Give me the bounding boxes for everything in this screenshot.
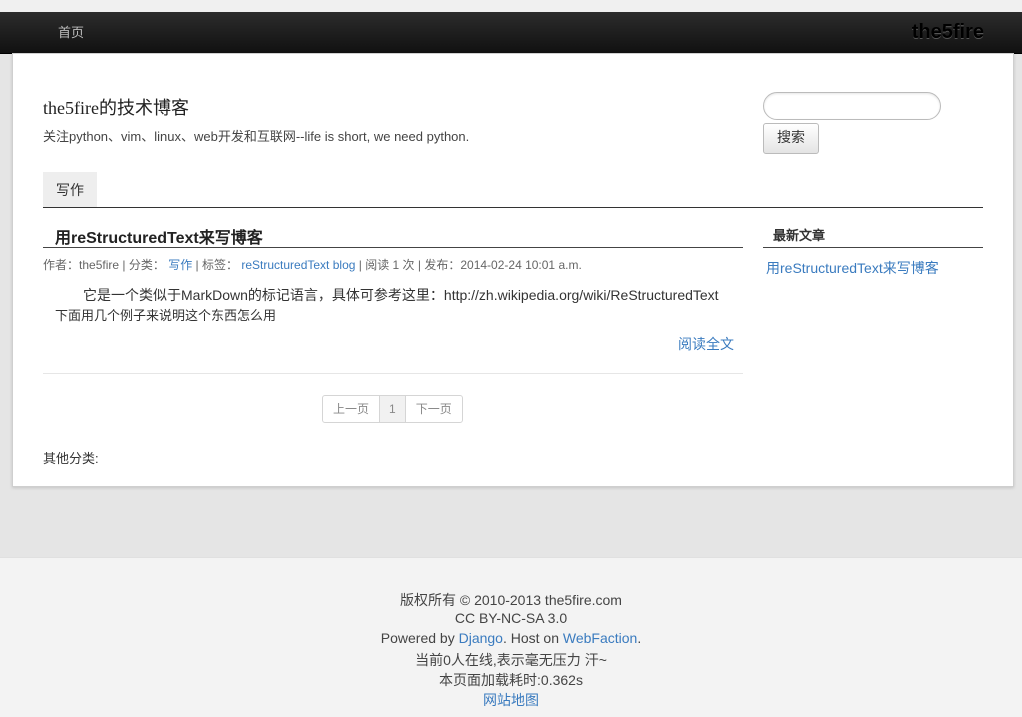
nav-home-link[interactable]: 首页 [58,12,84,53]
meta-author-label: 作者： [43,258,80,272]
search-button[interactable]: 搜索 [763,123,819,154]
sidebar-divider [763,247,983,248]
pagination-current[interactable]: 1 [379,396,406,422]
footer-webfaction-link[interactable]: WebFaction [563,630,637,646]
footer-sitemap-link[interactable]: 网站地图 [483,692,539,708]
footer-powered-prefix: Powered by [380,630,459,646]
site-title[interactable]: the5fire的技术博客 [43,94,189,120]
footer-powered-mid: . Host on [502,630,563,646]
pagination: 上一页 1 下一页 [322,395,463,423]
meta-published: | 发布：2014-02-24 10:01 a.m. [417,258,582,272]
post-body-line: 它是一个类似于MarkDown的标记语言，具体可参考这里：http://zh.w… [83,287,719,303]
read-more-link[interactable]: 阅读全文 [678,334,734,354]
footer-online-count: 当前0人在线,表示毫无压力 汗~ [415,652,607,668]
meta-tags-label: | 标签： [195,258,238,272]
sidebar-heading: 最新文章 [773,228,826,243]
meta-tag-link[interactable]: blog [333,258,356,272]
search-input[interactable] [763,92,941,120]
top-navbar: 首页 the5fire [0,12,1022,54]
tab-writing[interactable]: 写作 [43,172,97,208]
footer-powered-suffix: . [637,630,642,646]
footer: 版权所有 © 2010-2013 the5fire.com CC BY-NC-S… [0,557,1022,717]
post-separator [43,373,743,374]
other-categories-label: 其他分类: [43,451,99,466]
footer-django-link[interactable]: Django [459,630,503,646]
meta-reads: | 阅读 1 次 [358,258,415,272]
footer-sitemap: 网站地图 [0,690,1022,710]
footer-copyright: 版权所有 © 2010-2013 the5fire.com [400,592,622,608]
main-panel: the5fire的技术博客 关注python、vim、linux、web开发和互… [12,53,1014,487]
pagination-prev[interactable]: 上一页 [323,396,379,422]
post-meta: 作者：the5fire | 分类： 写作 | 标签： reStructuredT… [43,256,582,273]
meta-category-label: | 分类： [122,258,165,272]
post-body-line: 下面用几个例子来说明这个东西怎么用 [55,308,277,323]
brand-logo[interactable]: the5fire [912,12,984,53]
meta-tag-link[interactable]: reStructuredText [241,258,329,272]
sidebar-recent-post-link[interactable]: 用reStructuredText来写博客 [766,258,939,278]
footer-load-time: 本页面加载耗时:0.362s [439,672,583,688]
pagination-next[interactable]: 下一页 [406,396,462,422]
meta-category-link[interactable]: 写作 [168,258,192,272]
meta-author: the5fire [79,258,120,272]
footer-license: CC BY-NC-SA 3.0 [454,610,568,626]
tab-divider [43,207,983,208]
post-title[interactable]: 用reStructuredText来写博客 [55,224,263,248]
post-title-divider [43,247,743,248]
site-tagline: 关注python、vim、linux、web开发和互联网--life is sh… [43,129,470,144]
footer-powered-by: Powered by Django. Host on WebFaction. [0,630,1022,646]
